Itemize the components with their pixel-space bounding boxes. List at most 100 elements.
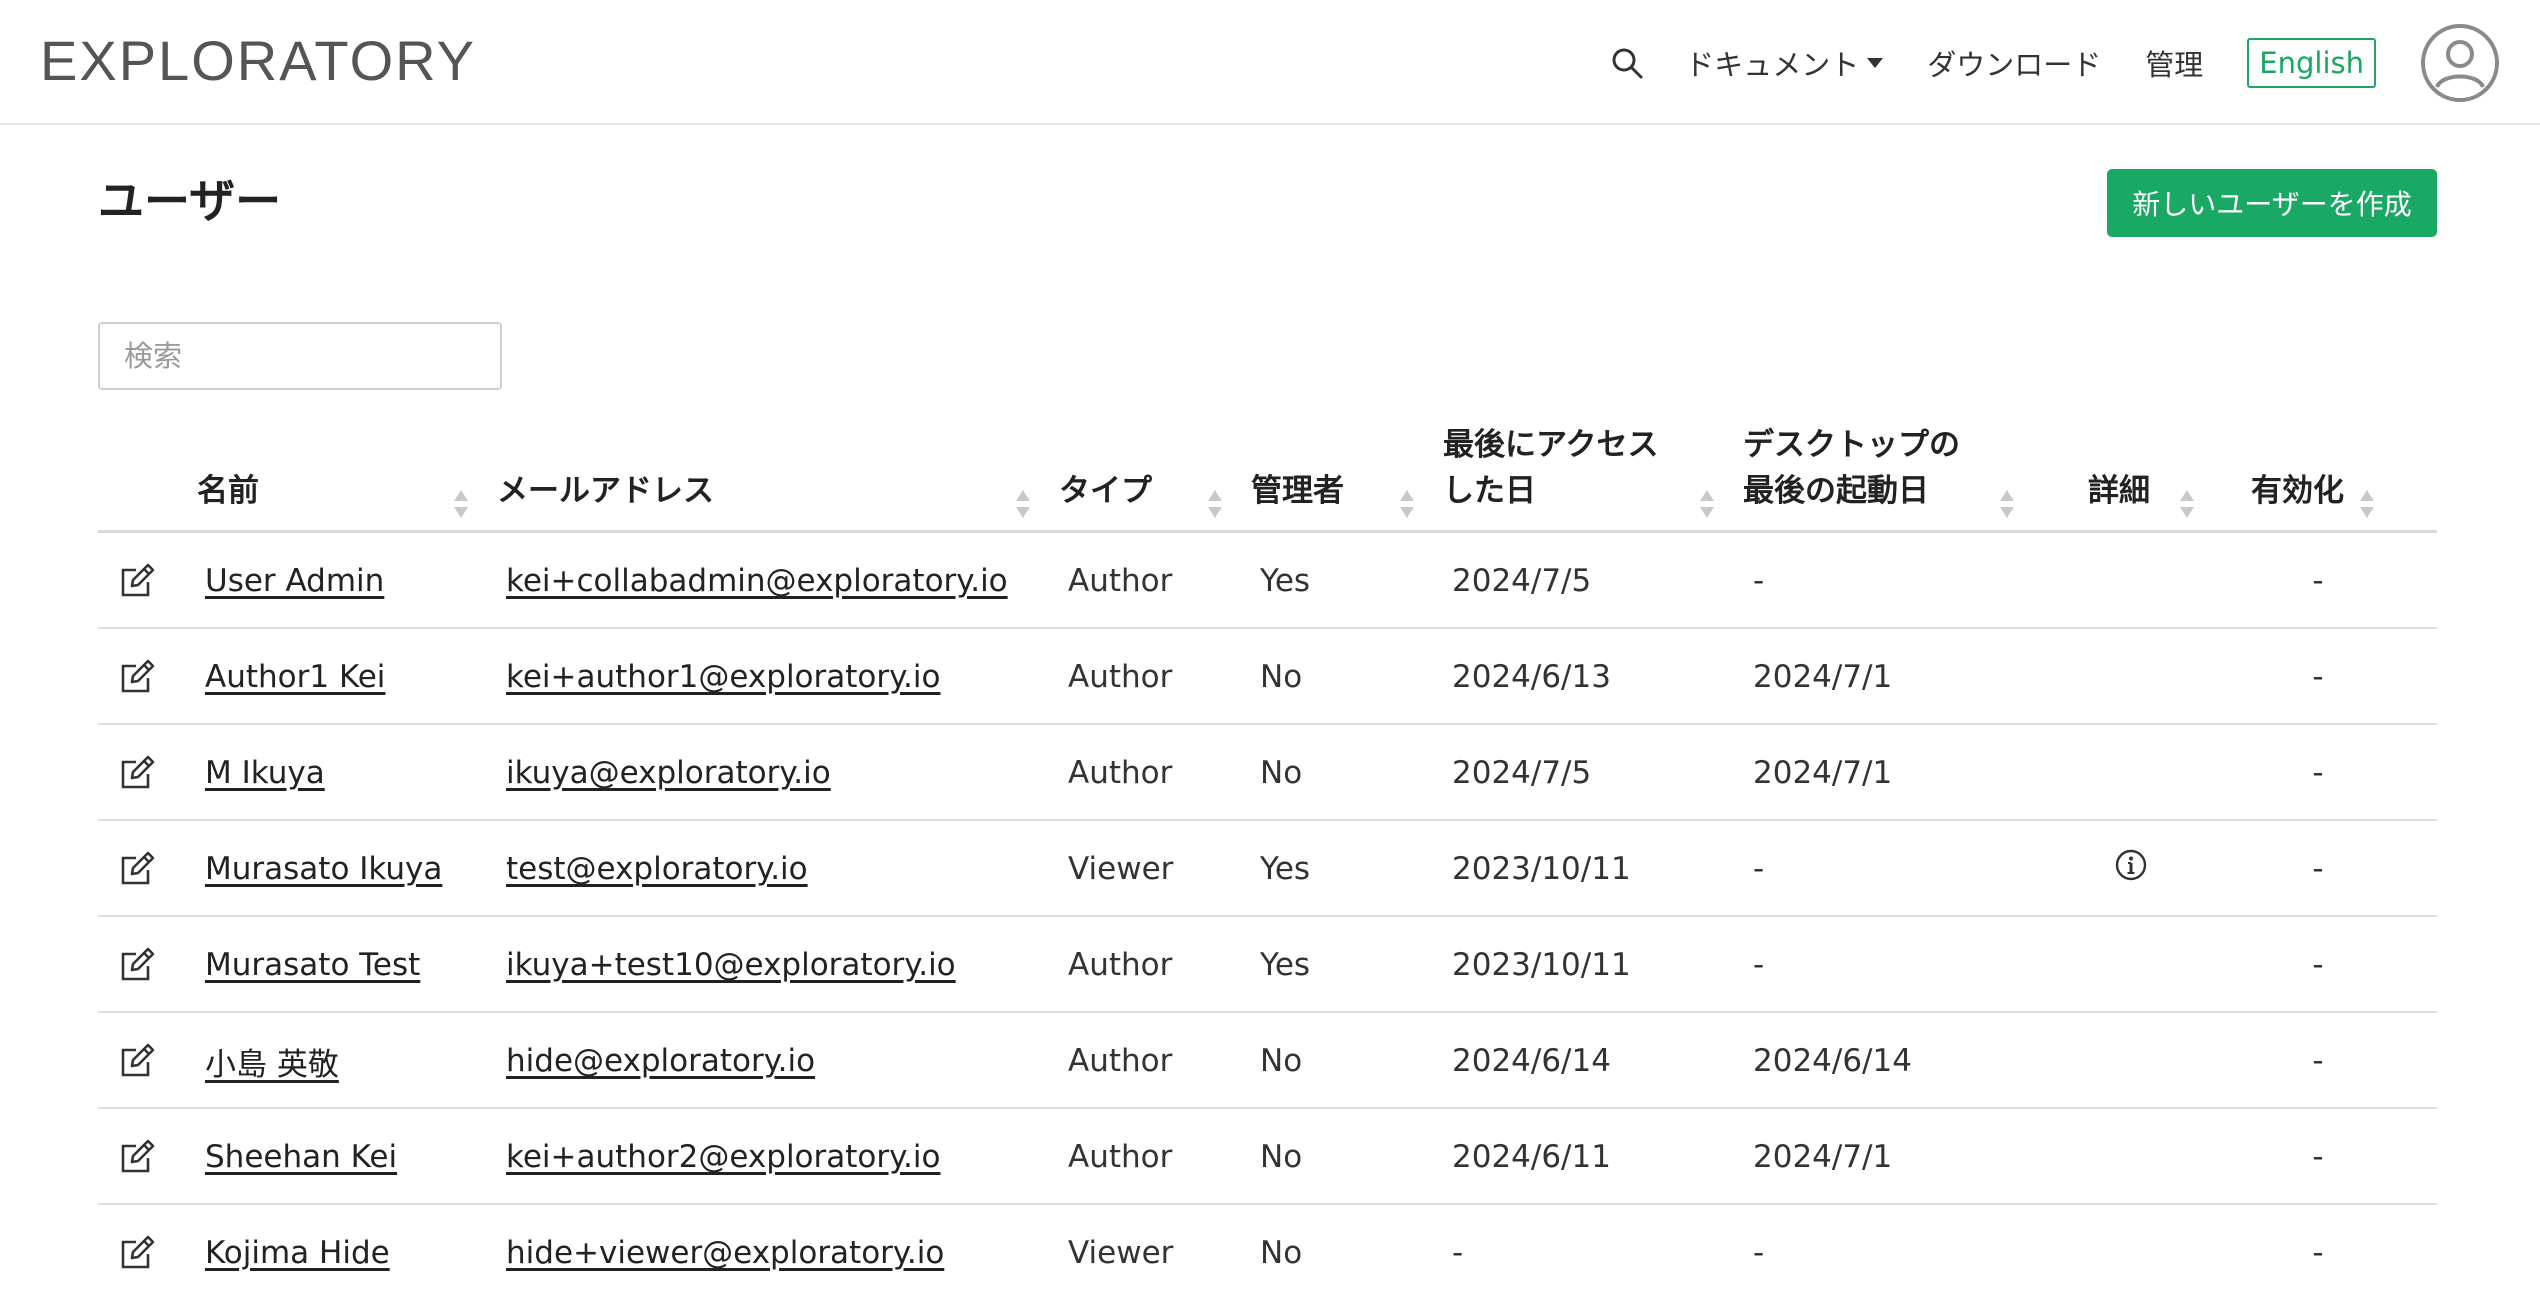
user-email-link[interactable]: kei+author2@exploratory.io <box>506 1139 940 1175</box>
column-header-desktop-last-launch[interactable]: デスクトップの 最後の起動日 <box>1743 422 1960 514</box>
column-header-detail[interactable]: 詳細 <box>2088 468 2150 514</box>
logo[interactable]: EXPLORATORY <box>40 28 476 93</box>
chevron-down-icon <box>1867 57 1884 68</box>
table-row: 小島 英敬 hide@exploratory.io Author No 2024… <box>98 1013 2437 1109</box>
table-row: Murasato Test ikuya+test10@exploratory.i… <box>98 917 2437 1013</box>
user-enabled-cell: - <box>2312 755 2324 791</box>
table-row: User Admin kei+collabadmin@exploratory.i… <box>98 533 2437 629</box>
table-row: Author1 Kei kei+author1@exploratory.io A… <box>98 629 2437 725</box>
user-enabled-cell: - <box>2312 1235 2324 1271</box>
column-header-enabled[interactable]: 有効化 <box>2251 468 2344 514</box>
user-admin-cell: Yes <box>1260 947 1311 983</box>
user-email-cell: ikuya@exploratory.io <box>506 725 831 821</box>
user-detail-cell <box>2101 533 2161 629</box>
table-header: 名前 メールアドレス タイプ 管理者 最後にアクセス した日 デスクトップの 最… <box>98 420 2437 533</box>
nav-docs-dropdown[interactable]: ドキュメント <box>1685 42 1884 84</box>
user-name-cell: Kojima Hide <box>205 1205 390 1301</box>
table-row: Kojima Hide hide+viewer@exploratory.io V… <box>98 1205 2437 1301</box>
column-header-type[interactable]: タイプ <box>1059 468 1152 514</box>
column-header-last-access[interactable]: 最後にアクセス した日 <box>1443 422 1658 514</box>
table-row: Murasato Ikuya test@exploratory.io Viewe… <box>98 821 2437 917</box>
user-type-cell: Author <box>1068 947 1173 983</box>
column-header-email[interactable]: メールアドレス <box>497 468 714 514</box>
user-email-cell: ikuya+test10@exploratory.io <box>506 917 956 1013</box>
nav-docs-label: ドキュメント <box>1685 47 1860 82</box>
edit-icon[interactable] <box>118 1205 158 1301</box>
user-type-cell: Viewer <box>1068 851 1174 887</box>
user-name-link[interactable]: Kojima Hide <box>205 1235 390 1271</box>
sort-icon[interactable] <box>454 490 468 518</box>
nav-download-link[interactable]: ダウンロード <box>1927 42 2101 84</box>
column-header-admin[interactable]: 管理者 <box>1251 468 1344 514</box>
user-desktop-launch-cell: - <box>1753 947 1765 983</box>
edit-icon[interactable] <box>118 725 158 821</box>
sort-icon[interactable] <box>2000 490 2014 518</box>
edit-icon[interactable] <box>118 917 158 1013</box>
user-desktop-launch-cell: - <box>1753 563 1765 599</box>
user-email-cell: test@exploratory.io <box>506 821 808 917</box>
edit-icon[interactable] <box>118 1013 158 1109</box>
user-desktop-launch-cell: 2024/7/1 <box>1753 1139 1893 1175</box>
column-header-name[interactable]: 名前 <box>197 468 259 514</box>
user-enabled-cell: - <box>2312 947 2324 983</box>
user-type-cell: Author <box>1068 563 1173 599</box>
user-last-access-cell: 2024/7/5 <box>1452 755 1592 791</box>
user-admin-cell: Yes <box>1260 851 1311 887</box>
user-last-access-cell: 2024/6/13 <box>1452 659 1611 695</box>
user-last-access-cell: 2024/6/11 <box>1452 1139 1611 1175</box>
user-email-link[interactable]: ikuya+test10@exploratory.io <box>506 947 956 983</box>
user-detail-cell <box>2101 1013 2161 1109</box>
edit-icon[interactable] <box>118 821 158 917</box>
search-icon[interactable] <box>1609 45 1645 81</box>
user-type-cell: Author <box>1068 659 1173 695</box>
sort-icon[interactable] <box>1208 490 1222 518</box>
user-detail-cell <box>2101 821 2161 917</box>
user-email-link[interactable]: test@exploratory.io <box>506 851 808 887</box>
sort-icon[interactable] <box>1700 490 1714 518</box>
user-email-cell: kei+author2@exploratory.io <box>506 1109 940 1205</box>
user-email-link[interactable]: ikuya@exploratory.io <box>506 755 831 791</box>
user-name-cell: 小島 英敬 <box>205 1013 339 1109</box>
edit-icon[interactable] <box>118 533 158 629</box>
language-button[interactable]: English <box>2247 37 2376 88</box>
user-last-access-cell: 2024/7/5 <box>1452 563 1592 599</box>
sort-icon[interactable] <box>1400 490 1414 518</box>
sort-icon[interactable] <box>1016 490 1030 518</box>
page-title: ユーザー <box>98 174 282 228</box>
user-name-link[interactable]: Murasato Ikuya <box>205 851 442 887</box>
edit-icon[interactable] <box>118 1109 158 1205</box>
sort-icon[interactable] <box>2360 490 2374 518</box>
user-name-link[interactable]: Murasato Test <box>205 947 420 983</box>
top-navbar: EXPLORATORY ドキュメント ダウンロード 管理 English <box>0 0 2540 125</box>
user-email-cell: hide@exploratory.io <box>506 1013 815 1109</box>
search-input[interactable] <box>98 322 502 390</box>
user-name-link[interactable]: Author1 Kei <box>205 659 385 695</box>
user-admin-cell: No <box>1260 1139 1303 1175</box>
user-last-access-cell: - <box>1452 1235 1464 1271</box>
user-admin-cell: No <box>1260 659 1303 695</box>
user-email-link[interactable]: hide+viewer@exploratory.io <box>506 1235 944 1271</box>
user-name-cell: User Admin <box>205 533 384 629</box>
user-admin-cell: No <box>1260 755 1303 791</box>
users-table: 名前 メールアドレス タイプ 管理者 最後にアクセス した日 デスクトップの 最… <box>98 420 2437 1301</box>
nav-admin-link[interactable]: 管理 <box>2145 42 2203 84</box>
avatar-icon[interactable] <box>2420 23 2500 103</box>
edit-icon[interactable] <box>118 629 158 725</box>
user-email-link[interactable]: kei+author1@exploratory.io <box>506 659 940 695</box>
user-email-cell: hide+viewer@exploratory.io <box>506 1205 944 1301</box>
user-admin-cell: No <box>1260 1235 1303 1271</box>
table-row: M Ikuya ikuya@exploratory.io Author No 2… <box>98 725 2437 821</box>
user-desktop-launch-cell: - <box>1753 851 1765 887</box>
user-name-link[interactable]: User Admin <box>205 563 384 599</box>
user-name-cell: M Ikuya <box>205 725 325 821</box>
user-last-access-cell: 2024/6/14 <box>1452 1043 1611 1079</box>
create-user-button[interactable]: 新しいユーザーを作成 <box>2107 169 2437 237</box>
user-email-link[interactable]: hide@exploratory.io <box>506 1043 815 1079</box>
info-icon[interactable] <box>2114 848 2148 890</box>
user-name-link[interactable]: M Ikuya <box>205 755 325 791</box>
user-name-link[interactable]: 小島 英敬 <box>205 1039 339 1084</box>
nav-menu: ドキュメント ダウンロード 管理 English <box>1609 0 2500 125</box>
sort-icon[interactable] <box>2180 490 2194 518</box>
user-email-link[interactable]: kei+collabadmin@exploratory.io <box>506 563 1008 599</box>
user-name-link[interactable]: Sheehan Kei <box>205 1139 397 1175</box>
